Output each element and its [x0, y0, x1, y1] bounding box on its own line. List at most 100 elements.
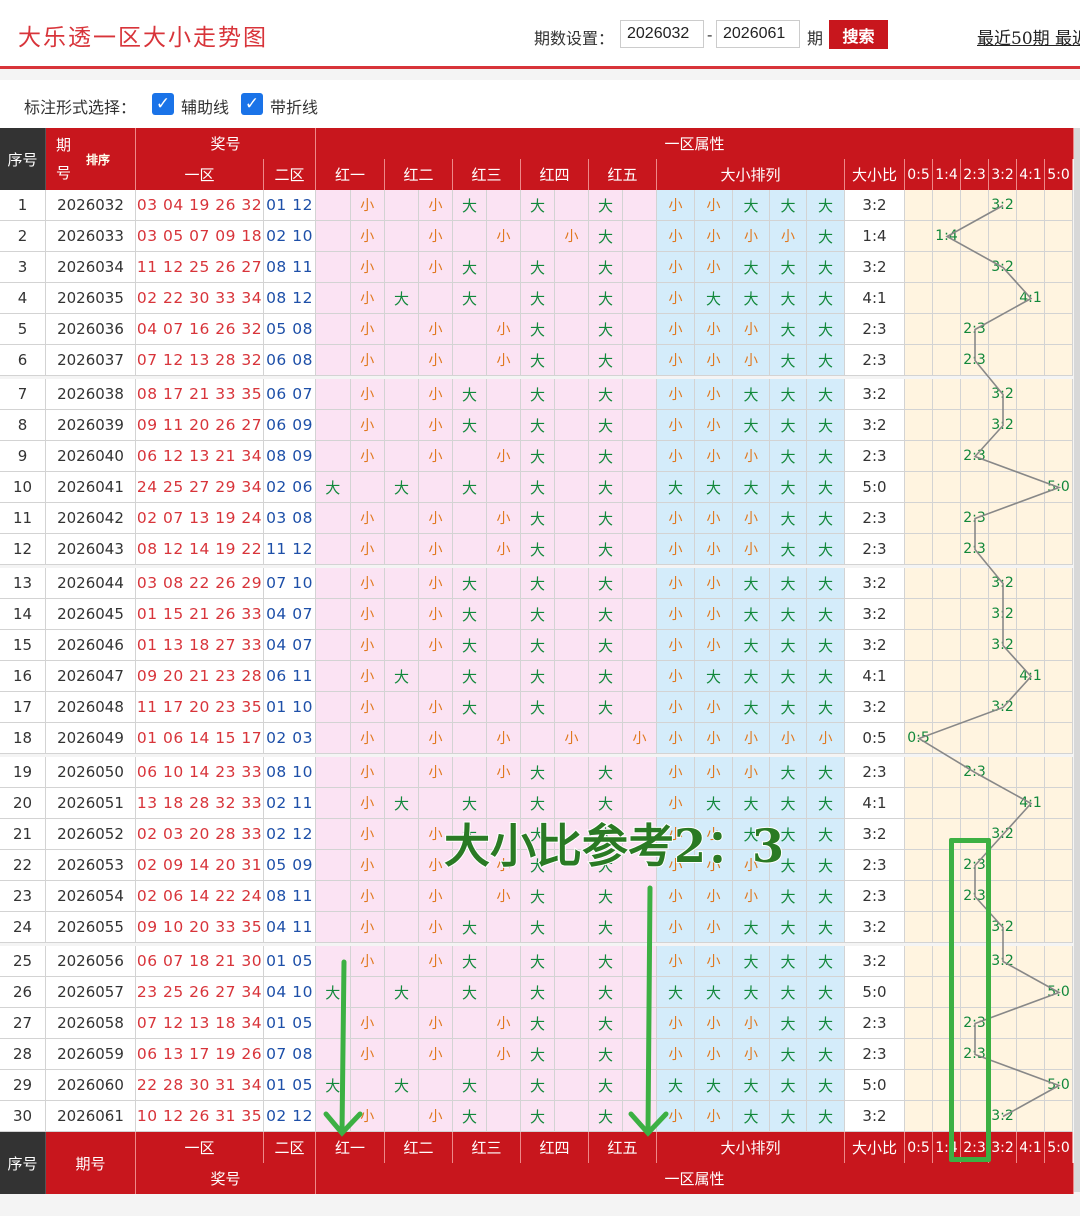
row-issue: 2026053 — [46, 850, 136, 881]
period-from-input[interactable] — [620, 20, 704, 48]
red-1-small-cell: 小 — [350, 912, 385, 943]
ratio-cell — [1017, 379, 1045, 410]
ratio-cell — [905, 190, 933, 221]
red-2-big-cell — [385, 1008, 419, 1039]
red-3-small-cell: 小 — [487, 1008, 521, 1039]
row-issue: 2026036 — [46, 314, 136, 345]
ratio-cell — [1045, 283, 1073, 314]
red-3-big-cell: 大 — [453, 283, 487, 314]
ratio-cell — [905, 757, 933, 788]
red-1-small-cell: 小 — [350, 503, 385, 534]
red-2-small-cell: 小 — [419, 314, 453, 345]
ratio-cell — [1045, 314, 1073, 345]
red-2-big-cell: 大 — [385, 283, 419, 314]
red-1-small-cell: 小 — [350, 252, 385, 283]
header-red-5: 红五 — [589, 159, 657, 190]
scrollbar[interactable] — [1074, 128, 1080, 1192]
row-front-balls: 02 22 30 33 34 — [136, 283, 264, 314]
ratio-cell — [989, 850, 1017, 881]
row-back-balls: 07 10 — [264, 568, 316, 599]
red-2-small-cell — [419, 472, 453, 503]
row-seq: 28 — [0, 1039, 46, 1070]
row-ratio: 2:3 — [845, 534, 905, 565]
red-5-small-cell — [623, 441, 657, 472]
red-2-big-cell — [385, 881, 419, 912]
row-ratio: 2:3 — [845, 1039, 905, 1070]
row-issue: 2026052 — [46, 819, 136, 850]
sort-toggle[interactable]: 排序 — [86, 151, 110, 168]
ratio-cell — [961, 788, 989, 819]
red-5-small-cell — [623, 190, 657, 221]
ratio-cell — [1045, 757, 1073, 788]
red-4-big-cell: 大 — [521, 630, 555, 661]
arrangement-cell: 大 — [807, 190, 845, 221]
arrangement-cell: 小 — [695, 757, 733, 788]
red-2-big-cell: 大 — [385, 1070, 419, 1101]
ratio-cell — [1017, 912, 1045, 943]
red-4-small-cell — [555, 881, 589, 912]
arrangement-cell: 小 — [695, 1039, 733, 1070]
row-issue: 2026035 — [46, 283, 136, 314]
arrangement-cell: 大 — [807, 568, 845, 599]
arrangement-cell: 大 — [733, 661, 770, 692]
red-1-big-cell — [316, 788, 351, 819]
red-5-big-cell — [589, 723, 623, 754]
row-issue: 2026061 — [46, 1101, 136, 1132]
red-3-big-cell: 大 — [453, 410, 487, 441]
arrangement-cell: 大 — [733, 283, 770, 314]
red-1-big-cell — [316, 692, 351, 723]
row-back-balls: 03 08 — [264, 503, 316, 534]
highlight-box — [949, 838, 991, 1162]
arrangement-cell: 小 — [695, 912, 733, 943]
row-ratio: 2:3 — [845, 345, 905, 376]
row-seq: 29 — [0, 1070, 46, 1101]
row-seq: 16 — [0, 661, 46, 692]
ratio-marker: 4:1 — [1017, 283, 1045, 314]
ratio-cell — [989, 283, 1017, 314]
header-issue[interactable]: 期号 排序 — [46, 128, 136, 190]
ratio-cell — [933, 692, 961, 723]
ratio-cell — [989, 314, 1017, 345]
red-4-big-cell: 大 — [521, 1070, 555, 1101]
row-issue: 2026047 — [46, 661, 136, 692]
row-issue: 2026048 — [46, 692, 136, 723]
red-1-big-cell — [316, 283, 351, 314]
aux-line-checkbox[interactable]: ✓ — [152, 93, 174, 115]
arrangement-cell: 小 — [733, 1008, 770, 1039]
period-to-input[interactable] — [716, 20, 800, 48]
red-3-big-cell: 大 — [453, 599, 487, 630]
header-red-3: 红三 — [453, 159, 521, 190]
red-5-small-cell — [623, 881, 657, 912]
ratio-cell — [1045, 1008, 1073, 1039]
red-5-big-cell: 大 — [589, 630, 623, 661]
red-5-small-cell — [623, 283, 657, 314]
red-3-big-cell: 大 — [453, 977, 487, 1008]
red-1-small-cell: 小 — [350, 881, 385, 912]
recent-periods-link[interactable]: 最近50期 最近 — [977, 24, 1080, 49]
row-front-balls: 04 07 16 26 32 — [136, 314, 264, 345]
arrangement-cell: 小 — [657, 946, 695, 977]
ratio-cell — [1045, 252, 1073, 283]
red-4-small-cell — [555, 283, 589, 314]
red-3-big-cell: 大 — [453, 1101, 487, 1132]
ratio-cell — [989, 788, 1017, 819]
arrangement-cell: 大 — [807, 252, 845, 283]
search-button[interactable]: 搜索 — [829, 20, 888, 49]
ratio-cell — [1017, 472, 1045, 503]
arrangement-cell: 小 — [695, 946, 733, 977]
red-1-small-cell: 小 — [350, 723, 385, 754]
ratio-cell — [905, 252, 933, 283]
arrangement-cell: 大 — [770, 379, 807, 410]
header-seq: 序号 — [0, 128, 46, 190]
row-seq: 17 — [0, 692, 46, 723]
red-1-big-cell — [316, 314, 351, 345]
red-2-big-cell — [385, 252, 419, 283]
arrangement-cell: 小 — [657, 503, 695, 534]
red-5-small-cell — [623, 630, 657, 661]
red-4-big-cell: 大 — [521, 881, 555, 912]
arrangement-cell: 小 — [733, 534, 770, 565]
red-5-big-cell: 大 — [589, 190, 623, 221]
row-issue: 2026034 — [46, 252, 136, 283]
polyline-checkbox[interactable]: ✓ — [241, 93, 263, 115]
arrangement-cell: 大 — [807, 819, 845, 850]
